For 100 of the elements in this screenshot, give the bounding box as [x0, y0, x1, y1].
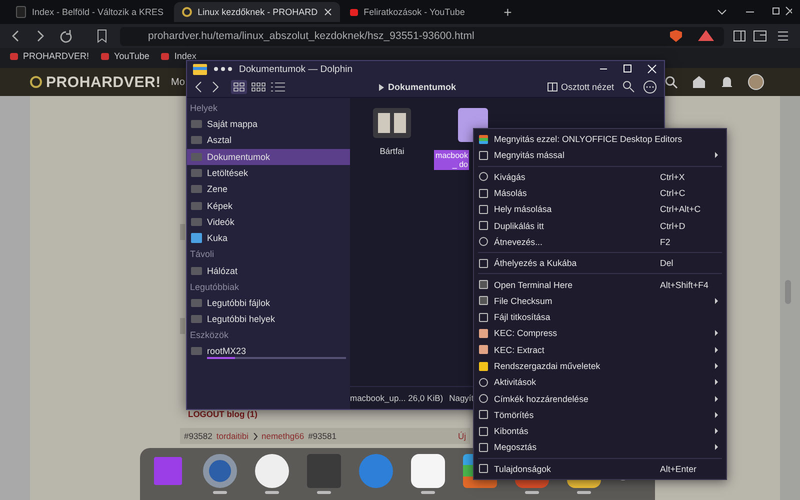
bookmark-icon[interactable] [96, 29, 108, 43]
place-item[interactable]: Legutóbbi fájlok [187, 294, 350, 311]
place-item[interactable]: Letöltések [187, 164, 350, 182]
breadcrumb-arrow-icon [379, 84, 384, 90]
chevron-icon [252, 432, 258, 440]
scrollbar-thumb[interactable] [785, 280, 791, 304]
folder-icon [373, 108, 411, 138]
place-item[interactable]: Dokumentumok [187, 148, 350, 165]
zoom-label: Nagyít [449, 393, 474, 403]
browser-tab[interactable]: Index - Belföld - Változik a KRES [8, 2, 172, 22]
submenu-arrow-icon [715, 298, 718, 304]
avatar-icon[interactable] [748, 74, 764, 90]
site-favicon-icon [182, 7, 192, 17]
new-tab-button[interactable]: + [504, 4, 512, 20]
address-field[interactable]: prohardver.hu/tema/linux_abszolut_kezdoknek/hsz_93551-93600.html [120, 26, 724, 46]
folder-icon [191, 169, 202, 178]
close-tab-icon[interactable] [324, 8, 332, 16]
menu-item[interactable]: Duplikálás itt Ctrl+D [474, 217, 726, 234]
places-heading: Távoli [189, 248, 216, 262]
place-item[interactable]: Kuka [187, 230, 350, 246]
folder-icon [191, 298, 202, 307]
menu-item[interactable]: Open Terminal Here Alt+Shift+F4 [474, 276, 726, 293]
split-view-button[interactable]: Osztott nézet [546, 82, 614, 92]
submenu-arrow-icon [715, 412, 718, 418]
search-icon[interactable] [664, 75, 678, 89]
menu-item[interactable]: Másolás Ctrl+C [474, 184, 726, 202]
bookmark-link[interactable]: Index [161, 51, 196, 61]
folder-icon [191, 218, 202, 226]
menu-item[interactable]: KEC: Compress [474, 325, 726, 342]
browser-tab[interactable]: Linux kezdőknek - PROHARD [174, 2, 340, 22]
split-view-icon [546, 82, 558, 92]
folder-icon [191, 315, 202, 324]
places-heading: Helyek [189, 102, 219, 115]
place-item[interactable]: Legutóbbi helyek [187, 310, 350, 328]
menu-item[interactable]: Tömörítés [474, 406, 726, 424]
view-mode-icon[interactable] [231, 80, 287, 94]
folder-icon [191, 185, 202, 194]
menu-item[interactable]: Megosztás [474, 439, 726, 456]
submenu-arrow-icon [715, 330, 718, 336]
submenu-arrow-icon [715, 346, 718, 353]
reply-author-link[interactable]: nemethg66 [262, 431, 304, 441]
status-text: macbook_up... 26,0 KiB) [350, 393, 444, 403]
submenu-arrow-icon [715, 396, 718, 402]
place-item[interactable]: Zene [187, 181, 350, 198]
menu-item[interactable]: Megnyitás ezzel: ONLYOFFICE Desktop Editors [474, 131, 726, 148]
place-item[interactable]: rootMX23 [187, 343, 350, 360]
place-item[interactable]: Hálózat [187, 262, 350, 279]
reply-number: #93581 [308, 431, 336, 441]
window-controls-icon[interactable] [716, 6, 792, 18]
menu-item[interactable]: Kibontás [474, 423, 726, 440]
bookmark-link[interactable]: YouTube [101, 51, 150, 61]
author-link[interactable]: tordaitibi [216, 431, 249, 441]
submenu-arrow-icon [715, 152, 718, 158]
place-item[interactable]: Képek [187, 197, 350, 214]
folder-icon [191, 136, 202, 144]
menu-item[interactable]: Hely másolása Ctrl+Alt+C [474, 201, 726, 218]
menu-item[interactable]: Megnyitás mással [474, 147, 726, 164]
places-heading: Legutóbbiak [189, 280, 240, 294]
menu-item[interactable]: KEC: Extract [474, 342, 726, 358]
browser-tab[interactable]: Feliratkozások - YouTube [342, 2, 492, 22]
menu-item[interactable]: Fájl titkosítása [474, 308, 726, 326]
window-icon [479, 150, 488, 160]
search-icon[interactable] [622, 80, 658, 94]
window-title: Dokumentumok — Dolphin [239, 64, 353, 74]
menu-item[interactable]: Tulajdonságok Alt+Enter [474, 460, 726, 477]
places-heading: Eszközök [189, 329, 230, 342]
submenu-arrow-icon [715, 444, 718, 450]
blog-link[interactable]: LOGOUT blog (1) [188, 409, 258, 419]
site-logo[interactable]: PROHARDVER! [30, 74, 161, 90]
file-item[interactable]: Bártfai [361, 108, 423, 376]
menu-item[interactable]: Áthelyezés a Kukába Del [474, 255, 726, 272]
folder-icon [191, 266, 202, 275]
menu-item[interactable]: Aktivitások [474, 374, 726, 390]
stack-icon [479, 134, 488, 144]
site-favicon-icon [350, 8, 358, 16]
folder-icon [193, 63, 207, 75]
menu-item[interactable]: File Checksum [474, 292, 726, 309]
folder-icon [191, 120, 202, 128]
new-label: Új [458, 431, 466, 441]
extension-icon[interactable] [670, 29, 714, 43]
place-item[interactable]: Saját mappa [187, 116, 350, 132]
place-item[interactable]: Videók [187, 214, 350, 230]
site-nav-link[interactable]: Mo [170, 76, 185, 88]
bell-icon[interactable] [720, 75, 734, 89]
menu-item[interactable]: Rendszergazdai műveletek [474, 358, 726, 374]
menu-item[interactable]: Átnevezés... F2 [474, 234, 726, 250]
more-dots-icon[interactable] [213, 66, 233, 72]
menu-item[interactable]: Kivágás Ctrl+X [474, 168, 726, 185]
submenu-arrow-icon [715, 363, 718, 369]
place-item[interactable]: Asztal [187, 132, 350, 149]
folder-icon [191, 202, 202, 210]
submenu-arrow-icon [715, 379, 718, 386]
post-number: #93582 [184, 431, 212, 441]
breadcrumb[interactable]: Dokumentumok [388, 82, 456, 92]
bookmark-link[interactable]: PROHARDVER! [10, 51, 90, 61]
folder-icon [191, 152, 202, 161]
site-favicon-icon [16, 6, 26, 18]
window-controls-icon[interactable] [598, 64, 658, 74]
menu-item[interactable]: Címkék hozzárendelése [474, 390, 726, 407]
folder-icon [191, 347, 202, 356]
